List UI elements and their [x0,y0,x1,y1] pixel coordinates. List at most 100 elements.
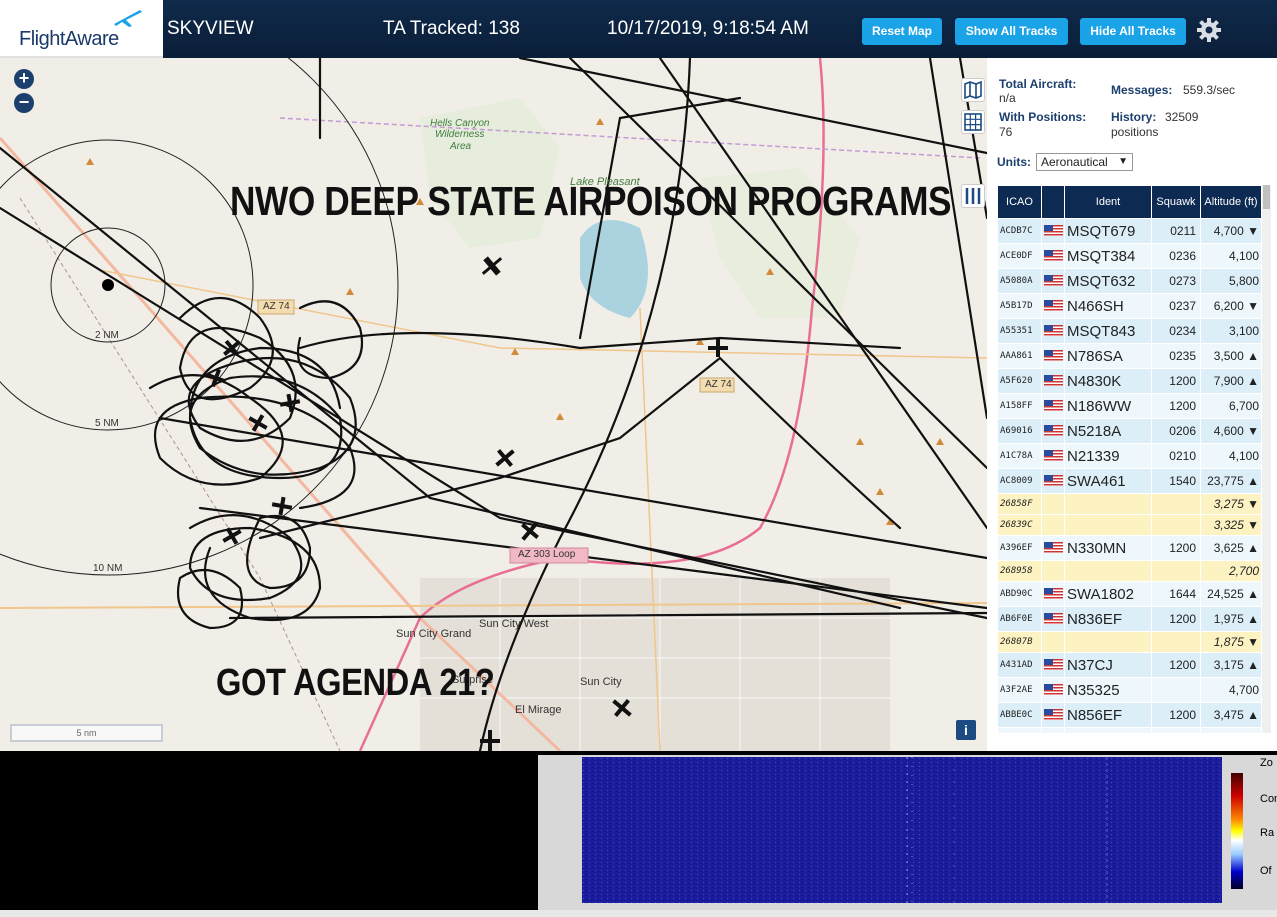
squawk-cell: 1200 [1152,369,1200,393]
ring-label-2nm: 2 NM [95,330,119,341]
units-label: Units: [997,155,1031,169]
squawk-cell: 3723 [1152,728,1200,733]
table-row[interactable]: A55351 MSQT843 0234 3,100 [998,319,1261,343]
color-scale-bar [1231,773,1243,889]
ident-cell [1065,561,1151,581]
icao-cell: A69016 [998,419,1041,443]
units-select[interactable]: Aeronautical ▼ [1036,153,1133,171]
squawk-cell: 0237 [1152,294,1200,318]
us-flag-icon [1044,542,1063,554]
ident-cell: SWA1802 [1065,582,1151,606]
table-row[interactable]: A5080A MSQT632 0273 5,800 [998,269,1261,293]
table-row[interactable]: 26858F 3,275 ▼ [998,494,1261,514]
grid-toggle-button[interactable] [961,110,985,134]
altitude-cell: 1,875 ▼ [1201,632,1261,652]
waterfall-canvas [582,757,1222,903]
table-row[interactable]: ACDB7C MSQT679 0211 4,700 ▼ [998,219,1261,243]
zoom-in-button[interactable]: + [14,69,34,89]
messages-label: Messages: [1111,83,1173,97]
hide-all-tracks-button[interactable]: Hide All Tracks [1080,18,1186,45]
current-datetime: 10/17/2019, 9:18:54 AM [607,18,809,39]
info-button[interactable]: i [956,720,976,740]
ident-cell: N37CJ [1065,653,1151,677]
icao-cell: AC6A80 [998,728,1041,733]
ident-cell: MSQT679 [1065,219,1151,243]
ident-cell: MSQT632 [1065,269,1151,293]
place-label-hells-canyon: Hells Canyon [430,118,490,129]
map-view[interactable]: + − 2 NM 5 NM 10 NM Hells Canyon Wildern… [0,58,987,751]
scrollbar-thumb[interactable] [1263,185,1270,209]
altitude-cell: 4,700 ▼ [1201,219,1261,243]
zoom-control-label: Zo [1260,757,1273,769]
us-flag-icon [1044,300,1063,312]
ident-cell [1065,515,1151,535]
flag-cell [1042,219,1064,243]
column-header-altitude[interactable]: Altitude (ft) [1201,186,1261,218]
altitude-cell: 4,100 [1201,244,1261,268]
table-row[interactable]: A5F620 N4830K 1200 7,900 ▲ [998,369,1261,393]
column-toggle-button[interactable] [961,184,985,208]
offset-control-label: Of [1260,865,1272,877]
column-header-flag[interactable] [1042,186,1064,218]
flag-cell [1042,494,1064,514]
altitude-cell: 3,325 ▼ [1201,515,1261,535]
show-all-tracks-button[interactable]: Show All Tracks [955,18,1068,45]
us-flag-icon [1044,325,1063,337]
altitude-cell: 6,200 ▼ [1201,294,1261,318]
us-flag-icon [1044,588,1063,600]
us-flag-icon [1044,425,1063,437]
altitude-cell: 6,700 [1201,394,1261,418]
column-header-ident[interactable]: Ident [1065,186,1151,218]
ident-cell: SWA217 [1065,728,1151,733]
table-row[interactable]: A3F2AE N35325 4,700 [998,678,1261,702]
table-row[interactable]: ABBE0C N856EF 1200 3,475 ▲ [998,703,1261,727]
map-icon [964,80,982,100]
us-flag-icon [1044,250,1063,262]
table-row[interactable]: A396EF N330MN 1200 3,625 ▲ [998,536,1261,560]
road-label-az74-east: AZ 74 [705,379,732,390]
squawk-cell [1152,515,1200,535]
table-row[interactable]: AAA861 N786SA 0235 3,500 ▲ [998,344,1261,368]
ident-cell [1065,494,1151,514]
table-row[interactable]: 26807B 1,875 ▼ [998,632,1261,652]
table-row[interactable]: ACE0DF MSQT384 0236 4,100 [998,244,1261,268]
altitude-cell: 3,625 ▲ [1201,536,1261,560]
icao-cell: AC8009 [998,469,1041,493]
squawk-cell: 1200 [1152,394,1200,418]
table-row[interactable]: A1C78A N21339 0210 4,100 [998,444,1261,468]
table-row[interactable]: AB6F0E N836EF 1200 1,975 ▲ [998,607,1261,631]
column-header-squawk[interactable]: Squawk [1152,186,1200,218]
table-row[interactable]: AC8009 SWA461 1540 23,775 ▲ [998,469,1261,493]
table-row[interactable]: A158FF N186WW 1200 6,700 [998,394,1261,418]
table-row[interactable]: 268958 2,700 [998,561,1261,581]
map-layer-button[interactable] [961,78,985,102]
aircraft-table: ICAO Ident Squawk Altitude (ft) ACDB7C MS… [997,185,1261,733]
table-row[interactable]: A431AD N37CJ 1200 3,175 ▲ [998,653,1261,677]
reset-map-button[interactable]: Reset Map [862,18,942,45]
place-label-sun-city: Sun City [580,676,622,688]
flag-cell [1042,269,1064,293]
history-label: History: [1111,110,1157,124]
column-header-icao[interactable]: ICAO [998,186,1041,218]
zoom-out-button[interactable]: − [14,93,34,113]
table-scrollbar[interactable] [1262,185,1271,733]
table-row[interactable]: A69016 N5218A 0206 4,600 ▼ [998,419,1261,443]
flightaware-logo[interactable]: FlightAware [0,0,163,58]
flag-cell [1042,582,1064,606]
aircraft-table-wrapper[interactable]: ICAO Ident Squawk Altitude (ft) ACDB7C MS… [997,185,1261,733]
table-row[interactable]: 26839C 3,325 ▼ [998,515,1261,535]
us-flag-icon [1044,375,1063,387]
ident-cell: N836EF [1065,607,1151,631]
table-row[interactable]: AC6A80 SWA217372315,350 ▼ [998,728,1261,733]
altitude-cell: 2,700 [1201,561,1261,581]
aircraft-table-body: ACDB7C MSQT679 0211 4,700 ▼ ACE0DF MSQT384 023… [998,219,1261,733]
spectrum-waterfall[interactable] [582,757,1222,903]
gear-icon[interactable] [1196,17,1222,43]
table-row[interactable]: A5B17D N466SH 0237 6,200 ▼ [998,294,1261,318]
icao-cell: A431AD [998,653,1041,677]
altitude-cell: 5,800 [1201,269,1261,293]
icao-cell: A396EF [998,536,1041,560]
table-row[interactable]: ABD90C SWA1802 1644 24,525 ▲ [998,582,1261,606]
history-value: 32509 [1165,110,1199,124]
altitude-cell: 4,700 [1201,678,1261,702]
